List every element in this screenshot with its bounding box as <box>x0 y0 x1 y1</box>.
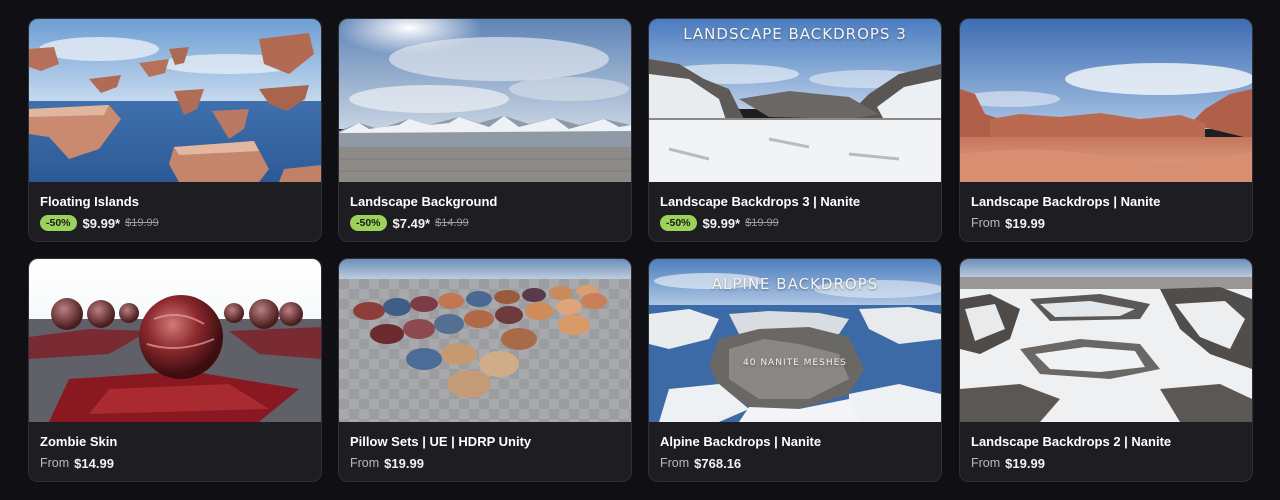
price-row: From $14.99 <box>40 455 313 471</box>
product-card-landscape-backdrops-3[interactable]: LANDSCAPE BACKDROPS 3 Landscape Backdrop… <box>648 18 942 242</box>
product-thumbnail[interactable] <box>960 19 1252 182</box>
product-info: Landscape Backdrops 2 | Nanite From $19.… <box>971 434 1244 471</box>
product-card-zombie-skin[interactable]: Zombie Skin From $14.99 <box>28 258 322 482</box>
thumbnail-overlay-title: ALPINE BACKDROPS <box>711 275 879 293</box>
discount-badge: -50% <box>350 215 387 231</box>
product-title[interactable]: Landscape Background <box>350 194 623 210</box>
product-title[interactable]: Pillow Sets | UE | HDRP Unity <box>350 434 623 450</box>
thumbnail-overlay-subtitle: 40 NANITE MESHES <box>743 358 847 368</box>
product-info: Zombie Skin From $14.99 <box>40 434 313 471</box>
from-label: From <box>660 456 690 470</box>
price: $768.16 <box>694 455 742 471</box>
price: $19.99 <box>1005 455 1045 471</box>
product-title[interactable]: Landscape Backdrops 3 | Nanite <box>660 194 933 210</box>
product-title[interactable]: Landscape Backdrops | Nanite <box>971 194 1244 210</box>
price-row: From $19.99 <box>971 455 1244 471</box>
product-thumbnail[interactable] <box>339 19 631 182</box>
from-label: From <box>971 216 1001 230</box>
product-title[interactable]: Alpine Backdrops | Nanite <box>660 434 933 450</box>
product-thumbnail[interactable]: ALPINE BACKDROPS 40 NANITE MESHES <box>649 259 941 422</box>
price-row: From $19.99 <box>971 215 1244 231</box>
price-row: From $19.99 <box>350 455 623 471</box>
product-card-landscape-backdrops-2[interactable]: Landscape Backdrops 2 | Nanite From $19.… <box>959 258 1253 482</box>
product-thumbnail[interactable] <box>29 259 321 422</box>
price: $19.99 <box>1005 215 1045 231</box>
thumbnail-overlay-title: LANDSCAPE BACKDROPS 3 <box>683 25 907 43</box>
product-thumbnail[interactable] <box>29 19 321 182</box>
product-info: Floating Islands -50% $9.99* $19.99 <box>40 194 313 231</box>
sale-price: $9.99* <box>702 215 741 231</box>
product-card-alpine-backdrops[interactable]: ALPINE BACKDROPS 40 NANITE MESHES Alpine… <box>648 258 942 482</box>
sale-price: $7.49* <box>392 215 431 231</box>
product-info: Landscape Backdrops 3 | Nanite -50% $9.9… <box>660 194 933 231</box>
product-card-floating-islands[interactable]: Floating Islands -50% $9.99* $19.99 <box>28 18 322 242</box>
sale-price: $9.99* <box>82 215 121 231</box>
original-price: $19.99 <box>125 217 159 229</box>
from-label: From <box>971 456 1001 470</box>
product-info: Landscape Background -50% $7.49* $14.99 <box>350 194 623 231</box>
product-title[interactable]: Floating Islands <box>40 194 313 210</box>
original-price: $19.99 <box>745 217 779 229</box>
product-thumbnail[interactable] <box>339 259 631 422</box>
price-row: -50% $9.99* $19.99 <box>660 215 933 231</box>
product-title[interactable]: Zombie Skin <box>40 434 313 450</box>
discount-badge: -50% <box>660 215 697 231</box>
price: $14.99 <box>74 455 114 471</box>
product-card-landscape-background[interactable]: Landscape Background -50% $7.49* $14.99 <box>338 18 632 242</box>
product-card-landscape-backdrops[interactable]: Landscape Backdrops | Nanite From $19.99 <box>959 18 1253 242</box>
product-info: Pillow Sets | UE | HDRP Unity From $19.9… <box>350 434 623 471</box>
price-row: -50% $7.49* $14.99 <box>350 215 623 231</box>
product-info: Landscape Backdrops | Nanite From $19.99 <box>971 194 1244 231</box>
from-label: From <box>40 456 70 470</box>
price: $19.99 <box>384 455 424 471</box>
product-title[interactable]: Landscape Backdrops 2 | Nanite <box>971 434 1244 450</box>
price-row: From $768.16 <box>660 455 933 471</box>
product-grid: Floating Islands -50% $9.99* $19.99 Land… <box>0 0 1280 500</box>
price-row: -50% $9.99* $19.99 <box>40 215 313 231</box>
discount-badge: -50% <box>40 215 77 231</box>
product-thumbnail[interactable] <box>960 259 1252 422</box>
product-thumbnail[interactable]: LANDSCAPE BACKDROPS 3 <box>649 19 941 182</box>
from-label: From <box>350 456 380 470</box>
original-price: $14.99 <box>435 217 469 229</box>
product-info: Alpine Backdrops | Nanite From $768.16 <box>660 434 933 471</box>
product-card-pillow-sets[interactable]: Pillow Sets | UE | HDRP Unity From $19.9… <box>338 258 632 482</box>
